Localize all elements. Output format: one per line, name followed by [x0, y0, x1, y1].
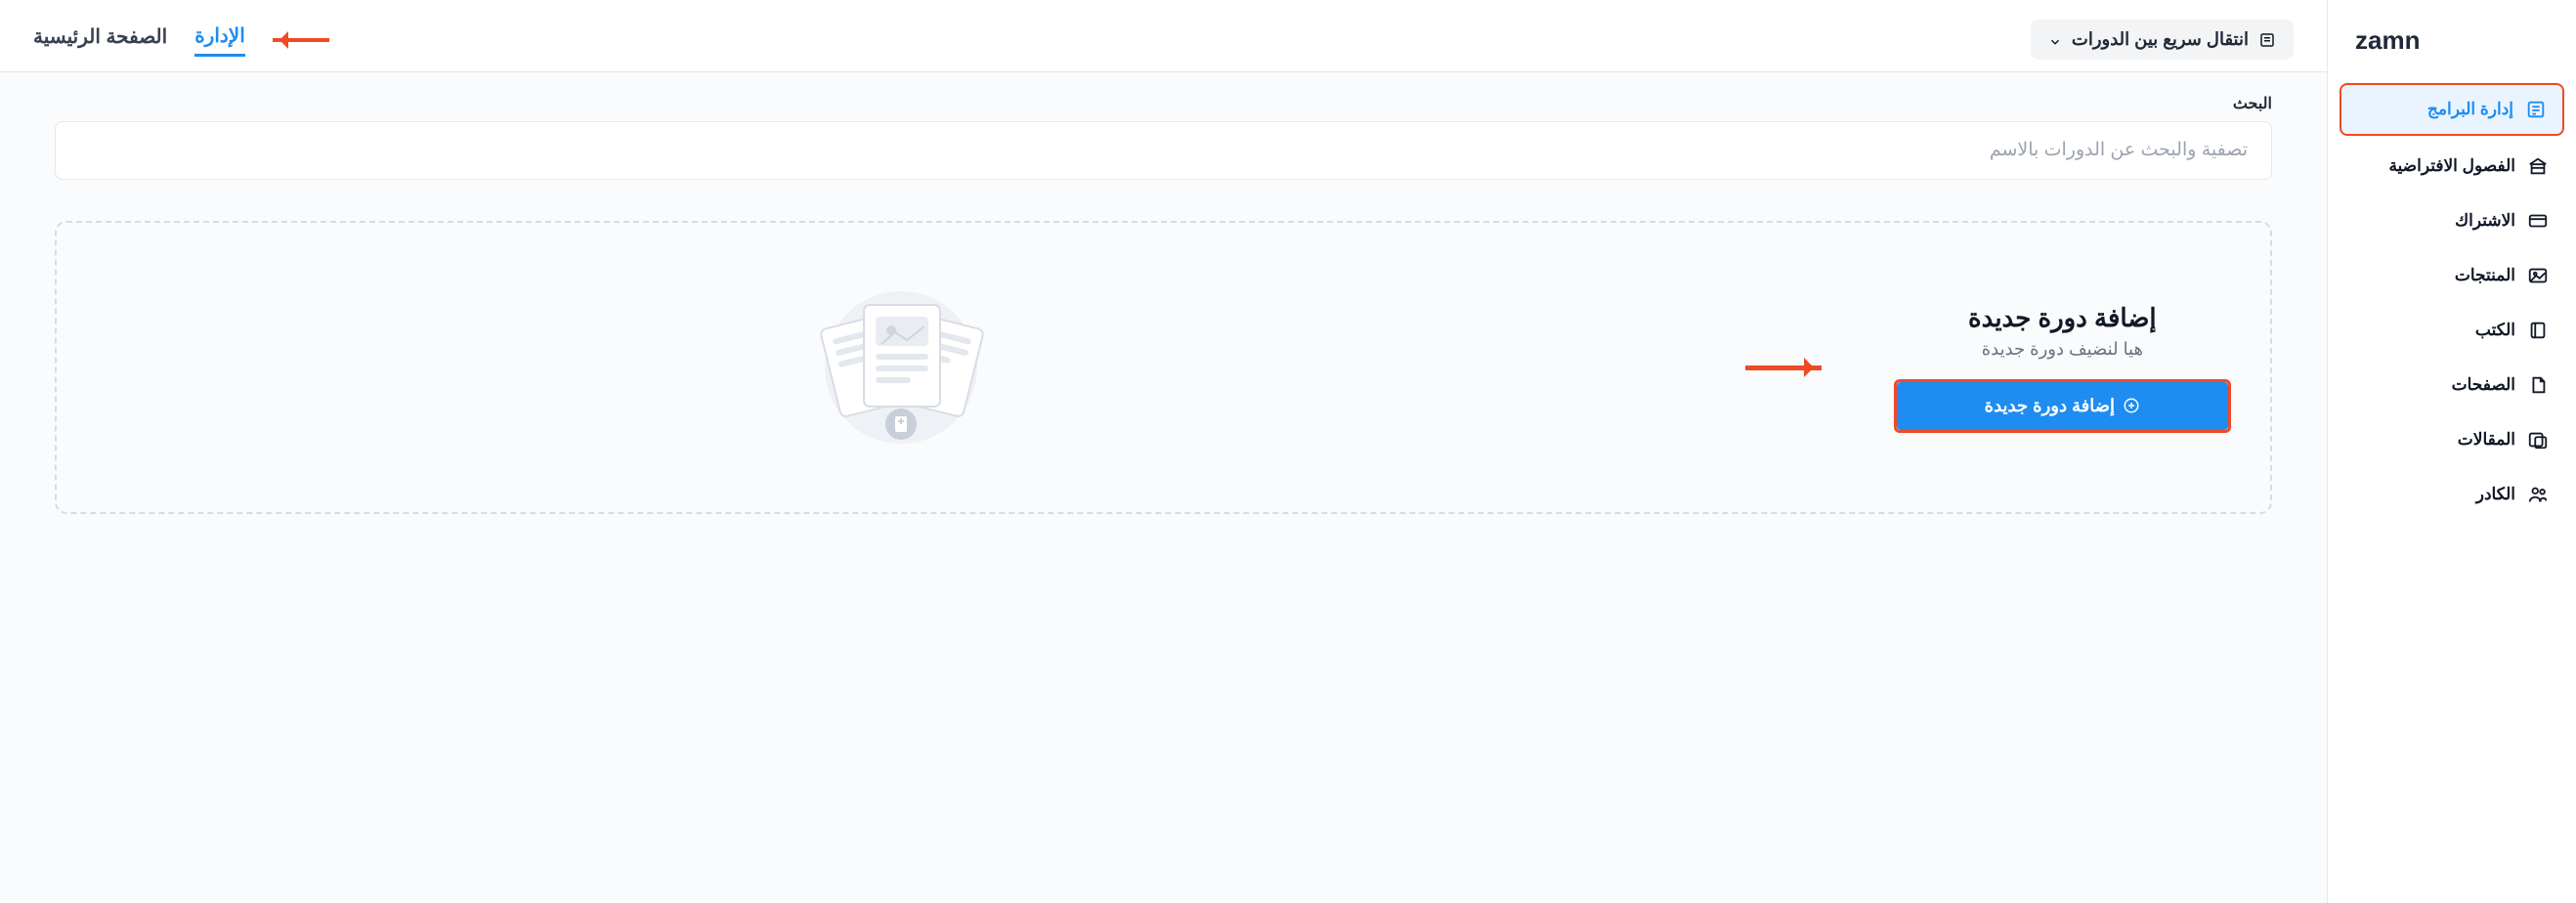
- page-icon: [2527, 374, 2549, 396]
- sidebar-item-label: المنتجات: [2455, 266, 2515, 285]
- sidebar-item-label: المقالات: [2458, 430, 2515, 450]
- list-icon: [2525, 99, 2547, 120]
- tab-manage[interactable]: الإدارة: [194, 23, 245, 57]
- empty-illustration: [96, 270, 1706, 465]
- search-input[interactable]: [55, 121, 2272, 180]
- sidebar-item-label: الكتب: [2475, 321, 2515, 340]
- users-icon: [2527, 484, 2549, 505]
- documents-graphic-icon: [794, 270, 1009, 465]
- quick-switch-dropdown[interactable]: انتقال سريع بين الدورات: [2031, 20, 2294, 60]
- sidebar: zamn إدارة البرامج الفصول الافتراضية الا…: [2327, 0, 2576, 903]
- search-label: البحث: [55, 94, 2272, 113]
- sidebar-item-products[interactable]: المنتجات: [2340, 251, 2564, 300]
- brand-logo: zamn: [2340, 16, 2564, 83]
- sidebar-item-label: إدارة البرامج: [2427, 100, 2513, 119]
- tabs: الإدارة الصفحة الرئيسية: [33, 23, 329, 57]
- sidebar-item-articles[interactable]: المقالات: [2340, 415, 2564, 464]
- list-small-icon: [2258, 31, 2276, 49]
- sidebar-item-books[interactable]: الكتب: [2340, 306, 2564, 355]
- empty-state-card: إضافة دورة جديدة هيا لنضيف دورة جديدة إض…: [55, 221, 2272, 514]
- sidebar-item-programs[interactable]: إدارة البرامج: [2340, 83, 2564, 136]
- sidebar-item-pages[interactable]: الصفحات: [2340, 361, 2564, 409]
- annotation-arrow-to-tab: [273, 38, 329, 42]
- sidebar-item-virtual-classes[interactable]: الفصول الافتراضية: [2340, 142, 2564, 191]
- chevron-down-icon: [2048, 33, 2062, 47]
- add-button-highlight: إضافة دورة جديدة: [1894, 379, 2231, 433]
- articles-icon: [2527, 429, 2549, 451]
- add-button-label: إضافة دورة جديدة: [1985, 396, 2115, 416]
- quick-switch-label: انتقال سريع بين الدورات: [2072, 29, 2249, 50]
- tab-home[interactable]: الصفحة الرئيسية: [33, 24, 167, 55]
- empty-subtitle: هيا لنضيف دورة جديدة: [1982, 339, 2143, 360]
- sidebar-item-label: الاشتراك: [2455, 211, 2515, 231]
- sidebar-item-label: الفصول الافتراضية: [2388, 156, 2515, 176]
- empty-title: إضافة دورة جديدة: [1968, 303, 2157, 333]
- topbar: انتقال سريع بين الدورات الإدارة الصفحة ا…: [0, 0, 2327, 72]
- image-icon: [2527, 265, 2549, 286]
- empty-state-text: إضافة دورة جديدة هيا لنضيف دورة جديدة إض…: [1894, 303, 2231, 433]
- sidebar-item-label: الكادر: [2476, 485, 2515, 504]
- sidebar-item-label: الصفحات: [2452, 375, 2515, 395]
- sidebar-item-staff[interactable]: الكادر: [2340, 470, 2564, 519]
- book-icon: [2527, 320, 2549, 341]
- app-root: zamn إدارة البرامج الفصول الافتراضية الا…: [0, 0, 2576, 903]
- plus-circle-icon: [2123, 397, 2140, 414]
- add-course-button[interactable]: إضافة دورة جديدة: [1897, 382, 2228, 430]
- sidebar-item-subscription[interactable]: الاشتراك: [2340, 196, 2564, 245]
- content: البحث إضافة دورة جديدة هيا لنضيف دورة جد…: [0, 72, 2327, 903]
- main: انتقال سريع بين الدورات الإدارة الصفحة ا…: [0, 0, 2327, 903]
- building-icon: [2527, 155, 2549, 177]
- annotation-arrow-to-button: [1745, 366, 1822, 370]
- credit-card-icon: [2527, 210, 2549, 232]
